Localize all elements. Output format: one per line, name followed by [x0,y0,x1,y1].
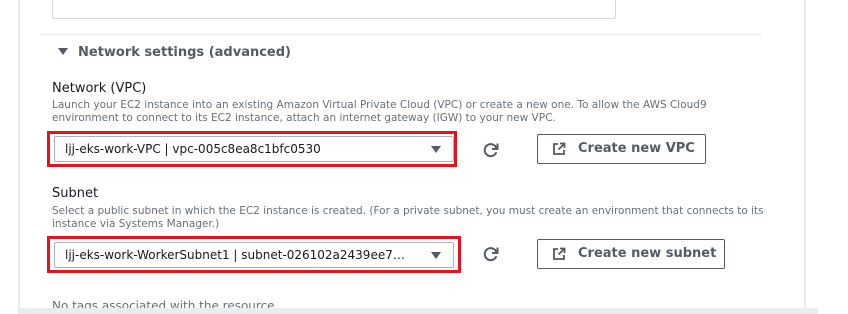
section-divider [40,34,762,35]
external-link-icon [553,142,566,155]
network-label: Network (VPC) [52,81,147,96]
page-background-right [806,0,848,314]
create-new-subnet-button[interactable]: Create new subnet [537,239,725,269]
refresh-icon[interactable] [480,243,502,265]
panel-border-bottom [18,308,818,314]
previous-field-box [52,0,616,19]
refresh-icon[interactable] [480,139,502,161]
create-new-vpc-label: Create new VPC [578,141,695,156]
subnet-label: Subnet [52,186,99,201]
subnet-description: Select a public subnet in which the EC2 … [52,205,764,230]
section-title[interactable]: Network settings (advanced) [60,45,291,60]
section-title-text: Network settings (advanced) [78,45,291,60]
create-new-subnet-label: Create new subnet [578,246,717,261]
create-new-vpc-button[interactable]: Create new VPC [537,134,706,164]
panel-border-left [18,0,20,314]
subnet-highlight-box [47,236,461,273]
network-description: Launch your EC2 instance into an existin… [52,99,707,124]
vpc-highlight-box [47,131,457,167]
page-background-left [0,0,18,314]
external-link-icon [553,247,566,260]
